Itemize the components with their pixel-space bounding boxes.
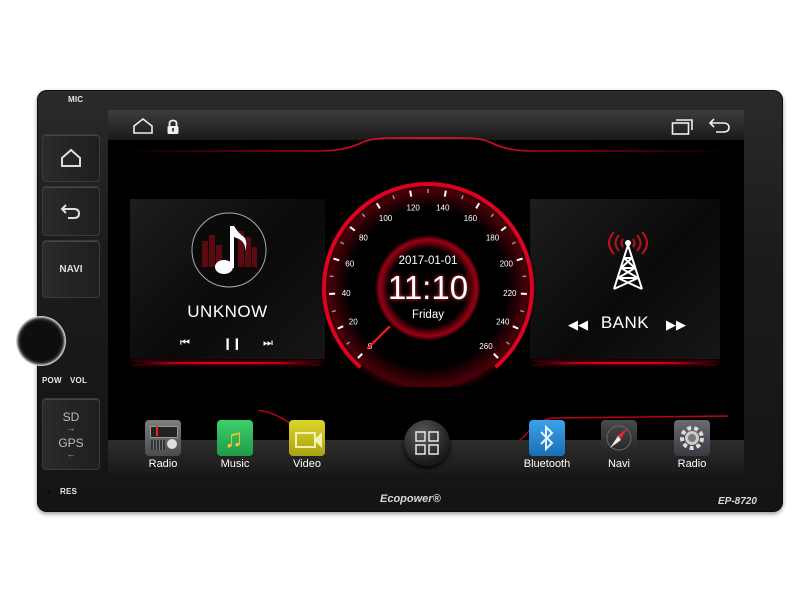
speedometer-gauge: 020406080100120140160180200220240260 201… — [318, 178, 538, 387]
home-icon[interactable] — [132, 117, 154, 135]
music-icon: ♫ — [217, 420, 253, 456]
back-arrow-icon — [60, 204, 81, 219]
music-widget[interactable]: UNKNOW ⏮ ❙❙ ⏭ — [130, 199, 325, 359]
song-title: UNKNOW — [187, 302, 268, 321]
top-red-accent-line — [128, 137, 728, 152]
clock-day: Friday — [412, 309, 444, 321]
hardware-navi-button[interactable]: NAVI — [42, 240, 100, 298]
recent-apps-icon[interactable] — [671, 118, 695, 136]
vol-label: VOL — [70, 376, 88, 385]
back-icon[interactable] — [708, 117, 732, 135]
app-label: Radio — [148, 458, 178, 470]
gauge-tick-label: 240 — [496, 318, 510, 327]
mic-label: MIC — [68, 95, 84, 104]
gauge-tick-label: 40 — [342, 289, 351, 298]
app-label: Music — [220, 458, 250, 470]
model-number: EP-8720 — [718, 496, 757, 507]
radio-widget[interactable]: ◀◀ BANK ▶▶ — [530, 199, 720, 359]
sd-gps-slot-cover[interactable]: SD → GPS ← — [42, 398, 100, 470]
gauge-tick-label: 80 — [359, 233, 368, 242]
app-grid-icon — [415, 431, 439, 455]
clock-time: 11:10 — [388, 269, 468, 306]
res-label: RES — [60, 487, 78, 496]
app-drawer-button[interactable] — [404, 420, 450, 466]
settings-gear-icon — [674, 420, 710, 456]
radio-icon — [145, 420, 181, 456]
gps-arrow-icon: ← — [66, 449, 76, 459]
gauge-tick — [409, 190, 413, 197]
gauge-tick-label: 180 — [486, 233, 500, 242]
touch-screen: UNKNOW ⏮ ❙❙ ⏭ ◀◀ BANK ▶▶ 20 40 60 80 100… — [108, 110, 744, 473]
app-video[interactable]: Video — [279, 420, 335, 470]
sd-arrow-icon: → — [66, 423, 76, 433]
reset-pinhole[interactable] — [46, 489, 52, 495]
radio-underline — [533, 362, 718, 364]
hardware-home-button[interactable] — [42, 134, 100, 182]
compass-icon — [601, 420, 637, 456]
next-track-button[interactable]: ⏭ — [263, 337, 273, 350]
clock-date: 2017-01-01 — [399, 255, 458, 267]
hardware-back-button[interactable] — [42, 186, 100, 236]
gauge-tick-label: 100 — [379, 214, 393, 223]
bluetooth-icon — [529, 420, 565, 456]
gauge-tick-label: 260 — [479, 342, 493, 351]
gauge-tick-label: 140 — [436, 203, 450, 212]
app-label: Radio — [677, 458, 707, 470]
app-bluetooth[interactable]: Bluetooth — [519, 420, 575, 470]
app-music[interactable]: ♫ Music — [207, 420, 263, 470]
gps-label: GPS — [58, 436, 84, 450]
sd-label: SD — [62, 410, 80, 424]
home-icon — [61, 148, 81, 167]
gauge-tick — [331, 310, 336, 313]
gauge-tick — [443, 190, 447, 197]
gauge-tick-label: 120 — [407, 203, 421, 212]
navi-label: NAVI — [59, 263, 83, 275]
pause-button[interactable]: ❙❙ — [223, 337, 241, 350]
gauge-tick-label: 20 — [349, 318, 358, 327]
music-underline — [132, 362, 322, 364]
app-label: Navi — [607, 458, 630, 470]
gauge-tick-label: 220 — [503, 289, 517, 298]
gauge-tick-label: 160 — [464, 214, 478, 223]
video-icon — [289, 420, 325, 456]
app-navi[interactable]: Navi — [591, 420, 647, 470]
app-radio-settings[interactable]: Radio — [664, 420, 720, 470]
app-radio[interactable]: Radio — [135, 420, 191, 470]
power-volume-knob[interactable] — [16, 316, 66, 366]
seek-forward-button[interactable]: ▶▶ — [666, 317, 686, 333]
lock-icon — [167, 119, 179, 134]
brand-logo: Ecopower® — [380, 493, 441, 505]
gauge-tick-label: 200 — [500, 260, 514, 269]
radio-bank-label: BANK — [600, 313, 650, 332]
previous-track-button[interactable]: ⏮ — [180, 337, 190, 350]
music-note-icon — [191, 212, 267, 288]
app-label: Video — [293, 458, 321, 470]
radio-tower-icon — [608, 231, 648, 290]
pow-label: POW — [42, 376, 62, 385]
gauge-tick-label: 60 — [345, 260, 354, 269]
gauge-tick — [520, 310, 525, 313]
app-label: Bluetooth — [523, 458, 571, 470]
